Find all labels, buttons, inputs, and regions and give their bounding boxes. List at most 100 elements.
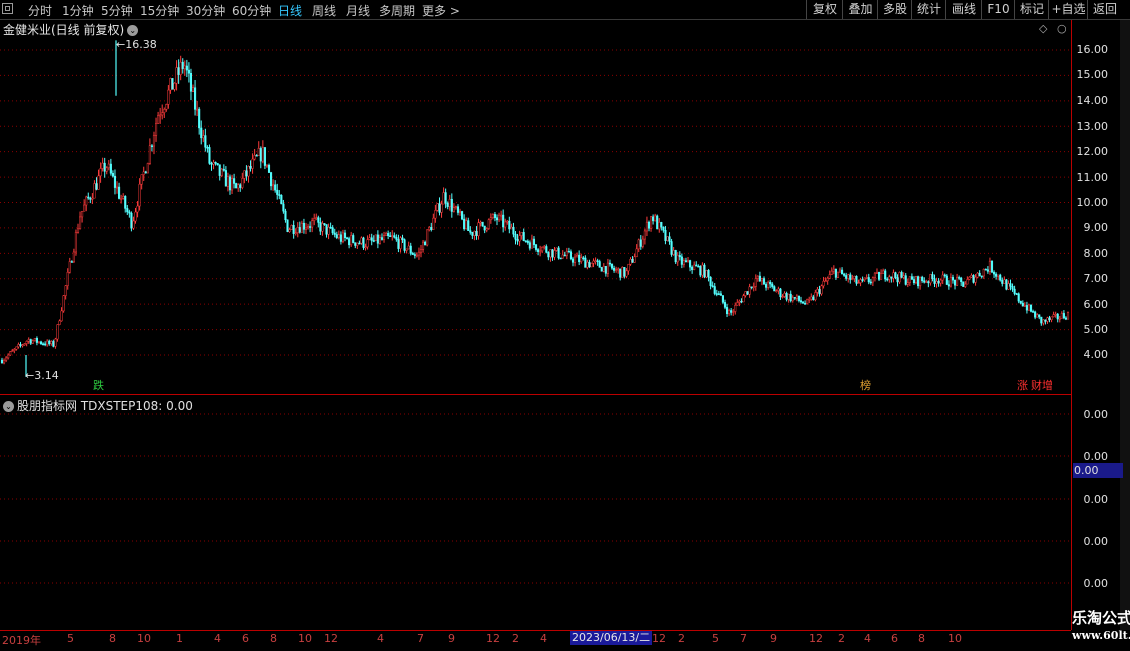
candle [1066, 311, 1070, 320]
x-tick-label: 4 [540, 632, 547, 645]
candle [122, 193, 125, 200]
candle [806, 298, 809, 305]
candle [469, 226, 472, 235]
candle [703, 263, 706, 279]
candle [849, 272, 852, 284]
candle [592, 258, 595, 268]
candle [586, 259, 589, 270]
candle [921, 275, 924, 283]
x-tick-label: 8 [109, 632, 116, 645]
candle [580, 253, 583, 264]
candle [438, 197, 441, 216]
candle [432, 213, 435, 230]
chevron-down-icon[interactable]: ⌄ [3, 401, 14, 412]
back-button[interactable]: 返回 [1087, 0, 1122, 19]
watermark-url: www.60lt.com [1072, 629, 1130, 642]
candle [19, 341, 22, 348]
candle [364, 243, 367, 251]
candle [52, 339, 55, 348]
candle [350, 231, 353, 247]
panel-divider[interactable] [0, 394, 1071, 395]
candle [48, 339, 51, 346]
candle [167, 85, 170, 109]
candle [1029, 304, 1033, 313]
candle [83, 199, 86, 212]
candle [695, 261, 698, 267]
candle [925, 279, 928, 283]
candle [409, 242, 412, 256]
candle [292, 220, 295, 239]
candle [748, 283, 751, 298]
event-marker-finance[interactable]: 财增 [1030, 379, 1054, 392]
candle [39, 340, 43, 345]
candle [785, 291, 788, 302]
candle [317, 215, 320, 228]
x-tick-label: 1 [176, 632, 183, 645]
x-tick-label: 6 [891, 632, 898, 645]
candle [865, 274, 868, 280]
price-chart[interactable] [0, 0, 1071, 630]
candle [853, 275, 856, 283]
event-marker-rise[interactable]: 涨 [1016, 379, 1029, 392]
candle [298, 221, 301, 234]
candle [278, 190, 281, 200]
x-tick-label: 10 [298, 632, 312, 645]
candle [321, 220, 324, 236]
candle [984, 268, 987, 271]
candle [1027, 303, 1031, 311]
candle [982, 268, 985, 279]
candle [633, 253, 636, 263]
candle [56, 324, 59, 342]
candle [171, 78, 174, 90]
candle [754, 274, 757, 291]
candle [649, 216, 653, 232]
candle [327, 223, 330, 240]
candle [773, 285, 776, 292]
candle [750, 286, 753, 290]
candle [196, 100, 199, 117]
candle [1052, 311, 1055, 318]
candle [666, 236, 669, 242]
candle [812, 294, 815, 301]
candle [272, 179, 275, 191]
candle [518, 230, 521, 247]
candle [668, 232, 671, 245]
candle [1044, 319, 1047, 325]
candle [46, 339, 49, 347]
event-marker-rank[interactable]: 榜 [859, 379, 872, 392]
event-marker-fall[interactable]: 跌 [92, 379, 105, 392]
candle [567, 247, 570, 253]
candle [500, 210, 503, 221]
candle [370, 233, 373, 246]
candle [670, 238, 673, 257]
candle [804, 300, 807, 305]
candle [395, 234, 398, 242]
candle [801, 301, 805, 304]
candle [249, 160, 252, 172]
candle [793, 297, 796, 301]
low-marker-label: ←3.14 [25, 369, 59, 382]
candle [263, 147, 266, 170]
candle [561, 250, 564, 259]
candle [87, 192, 90, 200]
x-tick-label: 2 [678, 632, 685, 645]
candle [900, 270, 903, 279]
x-tick-label: 7 [740, 632, 747, 645]
candle [781, 294, 784, 299]
candle [23, 343, 26, 346]
candle [337, 230, 340, 240]
candle [270, 171, 273, 191]
y-tick-label: 5.00 [1083, 323, 1109, 336]
candle [875, 268, 879, 274]
candle [17, 342, 20, 349]
y-tick-label: 8.00 [1083, 247, 1109, 260]
y-tick-label: 16.00 [1076, 43, 1109, 56]
candle [890, 276, 893, 283]
candle [489, 213, 492, 224]
candle [212, 159, 215, 170]
candle [454, 205, 457, 210]
candle [467, 217, 470, 231]
candle [1048, 315, 1051, 323]
candle [417, 247, 421, 260]
x-tick-label: 10 [137, 632, 151, 645]
